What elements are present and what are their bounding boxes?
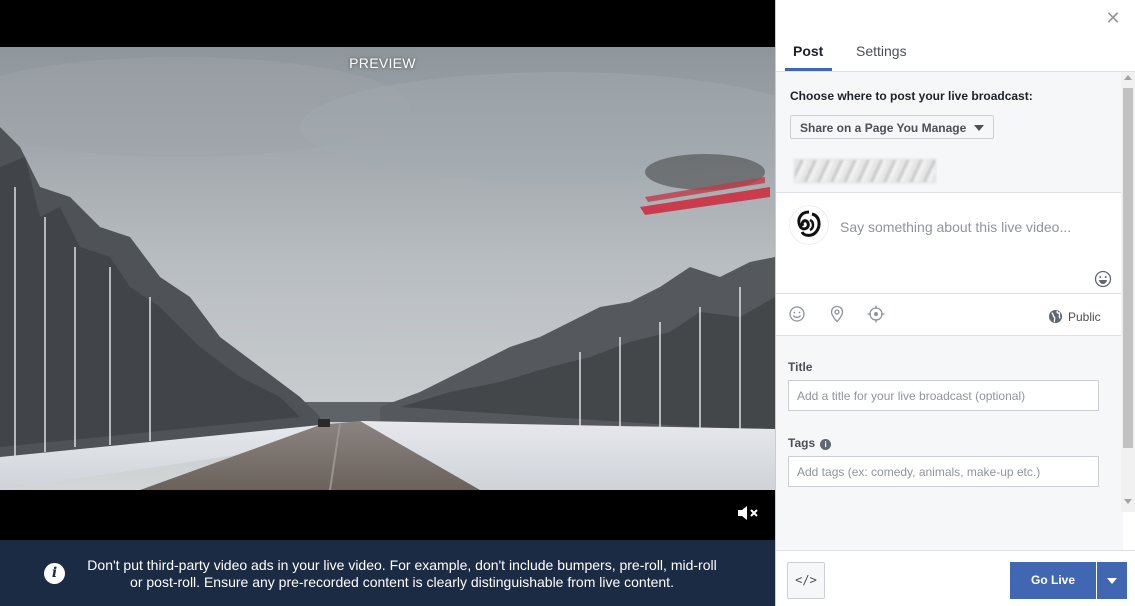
chevron-down-icon bbox=[974, 125, 984, 131]
audience-selector[interactable]: Public bbox=[1048, 309, 1101, 324]
panel-footer: </> Go Live bbox=[776, 550, 1135, 606]
emoji-icon bbox=[1094, 270, 1112, 288]
video-snow-road-image bbox=[0, 47, 775, 490]
tab-bar: Post Settings bbox=[776, 0, 1135, 72]
mute-icon bbox=[738, 506, 758, 520]
info-icon: i bbox=[44, 563, 65, 584]
targeting-button[interactable] bbox=[867, 305, 885, 323]
embed-button[interactable]: </> bbox=[787, 562, 825, 599]
scroll-down-arrow-icon[interactable] bbox=[1124, 499, 1132, 504]
audience-label: Public bbox=[1068, 309, 1101, 324]
notice-text: Don't put third-party video ads in your … bbox=[87, 557, 717, 590]
globe-icon bbox=[1048, 309, 1063, 324]
close-button[interactable]: ✕ bbox=[1103, 8, 1123, 28]
video-preview-pane: PREVIEW i Don't put third-party video ad… bbox=[0, 0, 775, 606]
ad-policy-notice: i Don't put third-party video ads in you… bbox=[0, 540, 775, 606]
tags-label: Tags i bbox=[788, 436, 832, 450]
tags-label-text: Tags bbox=[788, 436, 816, 450]
target-icon bbox=[867, 305, 885, 323]
panel-scrollbar[interactable] bbox=[1121, 72, 1135, 512]
live-description-input[interactable]: Say something about this live video... bbox=[840, 219, 1071, 235]
post-form-scroll-area: Choose where to post your live broadcast… bbox=[776, 72, 1123, 550]
location-button[interactable] bbox=[828, 305, 846, 323]
preview-label: PREVIEW bbox=[349, 55, 416, 71]
close-icon: ✕ bbox=[1105, 8, 1121, 28]
scroll-up-arrow-icon[interactable] bbox=[1124, 75, 1132, 80]
embed-icon: </> bbox=[795, 573, 817, 587]
title-input[interactable] bbox=[788, 380, 1099, 411]
avatar-logo-icon bbox=[797, 210, 821, 237]
title-label: Title bbox=[788, 360, 813, 374]
live-video-dialog: PREVIEW i Don't put third-party video ad… bbox=[0, 0, 1135, 606]
go-live-options-button[interactable] bbox=[1097, 562, 1127, 599]
share-destination-value: Share on a Page You Manage bbox=[800, 121, 967, 135]
post-composer: Say something about this live video... bbox=[776, 192, 1123, 294]
info-icon[interactable]: i bbox=[820, 439, 832, 450]
composer-actions: Public bbox=[776, 294, 1123, 336]
video-frame bbox=[0, 47, 775, 490]
post-settings-panel: Post Settings ✕ Choose where to post you… bbox=[775, 0, 1135, 606]
location-icon bbox=[830, 305, 844, 323]
avatar bbox=[789, 205, 829, 245]
feeling-button[interactable] bbox=[788, 305, 806, 323]
share-destination-select[interactable]: Share on a Page You Manage bbox=[790, 115, 994, 139]
go-live-button[interactable]: Go Live bbox=[1010, 562, 1096, 599]
tab-post[interactable]: Post bbox=[793, 43, 823, 59]
mute-button[interactable] bbox=[736, 503, 760, 523]
scroll-thumb[interactable] bbox=[1123, 88, 1133, 448]
choose-destination-label: Choose where to post your live broadcast… bbox=[790, 89, 1033, 103]
chevron-down-icon bbox=[1107, 578, 1117, 584]
tab-settings[interactable]: Settings bbox=[856, 43, 907, 59]
selected-page-chip-blurred[interactable] bbox=[794, 159, 936, 183]
tags-input[interactable] bbox=[788, 456, 1099, 487]
active-tab-indicator bbox=[785, 68, 832, 71]
emoji-button[interactable] bbox=[1094, 270, 1112, 288]
feeling-icon bbox=[789, 306, 805, 322]
